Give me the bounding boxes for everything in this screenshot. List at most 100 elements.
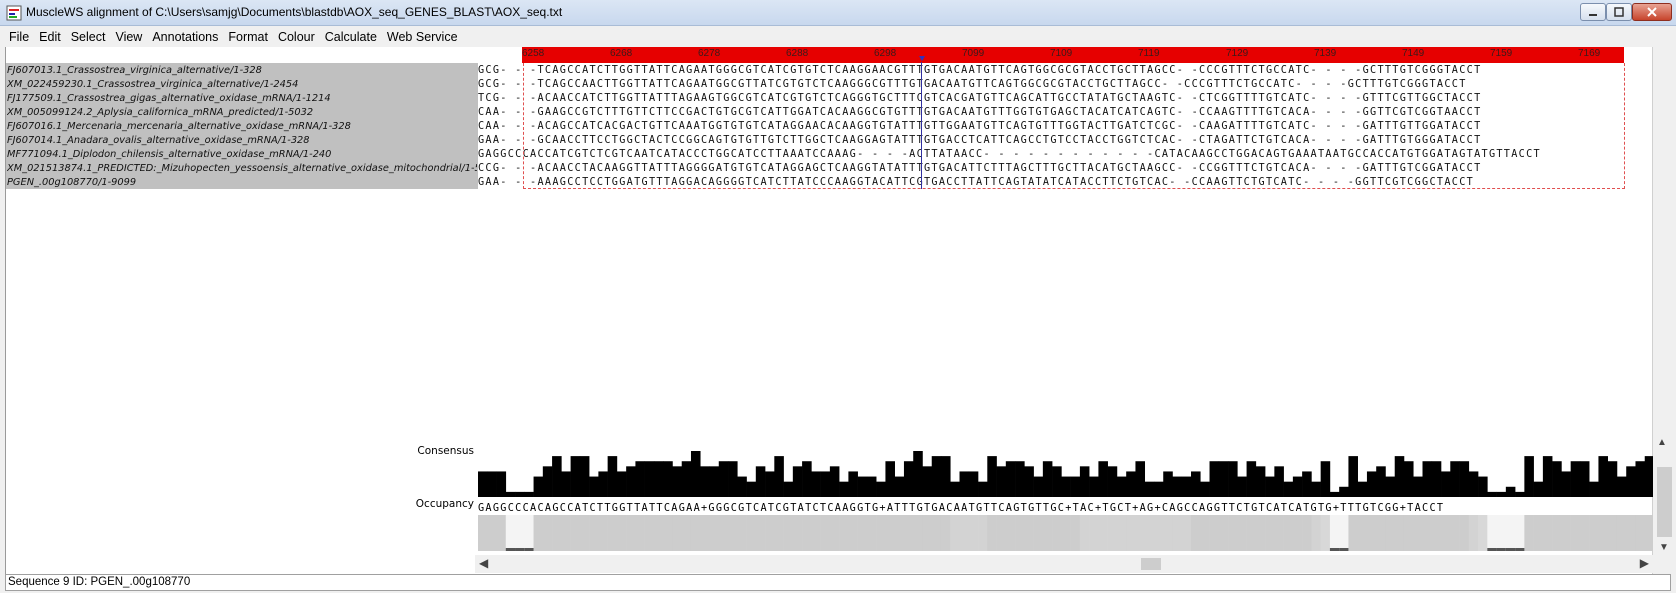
consensus-bar (607, 456, 618, 497)
sequence-name[interactable]: XM_005099124.2_Aplysia_californica_mRNA_… (7, 106, 477, 120)
occupancy-cell (1376, 515, 1386, 551)
scroll-down-icon[interactable]: ▼ (1659, 542, 1669, 553)
consensus-label[interactable]: Consensus (6, 445, 474, 457)
sequence-name[interactable]: FJ177509.1_Crassostrea_gigas_alternative… (7, 92, 477, 106)
occupancy-cell (1274, 515, 1284, 551)
consensus-bar (746, 481, 757, 497)
sequence-name[interactable]: FJ607013.1_Crassostrea_virginica_alterna… (7, 64, 477, 78)
occupancy-cell (1061, 515, 1071, 551)
ruler-label: 6278 (698, 48, 721, 59)
sequence-residues[interactable]: GAGGCCCACCATCGTCTCGTCAATCATACCCTGGCATCCT… (478, 148, 1654, 162)
occupancy-label[interactable]: Occupancy (6, 498, 474, 510)
sequence-residues[interactable]: CAA- - -GAAGCCGTCTTTGTTCTTCCGACTGTGCGTCA… (478, 106, 1654, 120)
consensus-bar (839, 481, 849, 497)
sequence-name[interactable]: XM_022459230.1_Crassostrea_virginica_alt… (7, 78, 477, 92)
sequence-name[interactable]: FJ607014.1_Anadara_ovalis_alternative_ox… (7, 134, 477, 148)
consensus-bar (922, 466, 933, 497)
consensus-bar (1079, 466, 1090, 497)
sequence-residues[interactable]: GAA- - -AAAGCCTCCTGGATGTTTAGGACAGGGGTCAT… (478, 176, 1654, 190)
menu-view[interactable]: View (110, 30, 147, 44)
occupancy-cell (931, 515, 942, 551)
occupancy-cell (1200, 515, 1210, 551)
minimize-button[interactable] (1580, 3, 1606, 21)
occupancy-cell (1635, 515, 1646, 551)
consensus-bar (635, 461, 645, 497)
consensus-bar (1552, 461, 1562, 497)
horizontal-scroll-thumb[interactable] (1141, 558, 1161, 570)
consensus-bar (1274, 466, 1284, 497)
occupancy-cell (940, 515, 951, 551)
ruler-label: 6298 (874, 48, 897, 59)
minimize-icon (1589, 14, 1597, 16)
maximize-button[interactable] (1606, 3, 1632, 21)
consensus-bar (802, 461, 812, 497)
sequence-residues[interactable]: GCG- - -TCAGCCAACTTGGTTATTCAGAATGGCGTTAT… (478, 78, 1654, 92)
occupancy-cell (1163, 515, 1173, 551)
occupancy-cell (1218, 515, 1229, 551)
sequence-name[interactable]: PGEN_.00g108770/1-9099 (7, 176, 477, 190)
consensus-bar (524, 491, 534, 497)
scroll-left-icon[interactable]: ◀ (479, 556, 488, 570)
close-icon (1647, 7, 1657, 17)
sequence-names-panel[interactable]: FJ607013.1_Crassostrea_virginica_alterna… (6, 63, 478, 189)
alignment-panel[interactable]: 6258 6268 6278 6288 6298 7099 7109 7119 … (5, 47, 1654, 575)
menu-calculate[interactable]: Calculate (320, 30, 382, 44)
vertical-scrollbar[interactable]: ▲ ▼ (1653, 47, 1676, 573)
consensus-bar (570, 456, 581, 497)
menu-web-service[interactable]: Web Service (382, 30, 463, 44)
consensus-bar (1607, 461, 1618, 497)
occupancy-cell (1070, 515, 1081, 551)
occupancy-chart[interactable] (478, 511, 1654, 553)
occupancy-cell (885, 515, 895, 551)
horizontal-scrollbar[interactable]: ◀ ▶ (475, 555, 1653, 573)
sequence-name[interactable]: MF771094.1_Diplodon_chilensis_alternativ… (7, 148, 477, 162)
occupancy-cell (1292, 515, 1303, 551)
scroll-up-icon[interactable]: ▲ (1657, 437, 1667, 448)
sequence-residues[interactable]: CCG- - -ACAACCTACAAGGTTATTTAGGGGATGTGTCA… (478, 162, 1654, 176)
app-icon (6, 5, 22, 21)
consensus-bar (959, 471, 970, 497)
sequence-residues[interactable]: GCG- - -TCAGCCATCTTGGTTATTCAGAATGGGCGTCA… (478, 64, 1654, 78)
occupancy-cell (1441, 515, 1451, 551)
menu-select[interactable]: Select (66, 30, 111, 44)
menu-colour[interactable]: Colour (273, 30, 320, 44)
occupancy-cell (894, 515, 905, 551)
occupancy-cell (1478, 515, 1488, 551)
consensus-bar (1191, 471, 1201, 497)
sequence-residues[interactable]: GAA- - -GCAACCTTCCTGGCTACTCCGGCAGTGTGTTG… (478, 134, 1654, 148)
occupancy-cell (718, 515, 729, 551)
menu-file[interactable]: File (4, 30, 34, 44)
consensus-bar (1265, 476, 1275, 497)
consensus-bar (1237, 476, 1247, 497)
sequence-residues[interactable]: TCG- - -ACAACCATCTTGGTTATTTAGAAGTGGCGTCA… (478, 92, 1654, 106)
occupancy-cell (1052, 515, 1062, 551)
occupancy-cell (1005, 515, 1016, 551)
position-ruler[interactable]: 6258 6268 6278 6288 6298 7099 7109 7119 … (522, 47, 1624, 63)
menu-format[interactable]: Format (223, 30, 273, 44)
consensus-bar (1218, 461, 1229, 497)
occupancy-cell (1181, 515, 1192, 551)
scroll-right-icon[interactable]: ▶ (1640, 556, 1649, 570)
status-bar: Sequence 9 ID: PGEN_.00g108770 (5, 574, 1671, 591)
consensus-bar (1200, 481, 1210, 497)
occupancy-cell (709, 515, 720, 551)
consensus-bar (644, 461, 655, 497)
consensus-histogram[interactable] (478, 445, 1654, 497)
vertical-scroll-thumb[interactable] (1657, 467, 1672, 537)
consensus-bar (885, 461, 895, 497)
menu-edit[interactable]: Edit (34, 30, 66, 44)
menu-annotations[interactable]: Annotations (147, 30, 223, 44)
sequence-name[interactable]: FJ607016.1_Mercenaria_mercenaria_alterna… (7, 120, 477, 134)
occupancy-cell (1589, 515, 1599, 551)
close-button[interactable] (1632, 3, 1672, 21)
occupancy-cell (579, 515, 590, 551)
occupancy-cell (1515, 515, 1525, 551)
occupancy-cell (1320, 515, 1331, 551)
sequence-residues[interactable]: CAA- - -ACAGCCATCACGACTGTTCAAATGGTGTGTCA… (478, 120, 1654, 134)
consensus-bar (1459, 461, 1470, 497)
consensus-bar (1542, 456, 1553, 497)
ruler-label: 6288 (786, 48, 809, 59)
occupancy-cell (978, 515, 988, 551)
sequence-name[interactable]: XM_021513874.1_PREDICTED:_Mizuhopecten_y… (7, 162, 477, 176)
consensus-bar (579, 456, 590, 497)
